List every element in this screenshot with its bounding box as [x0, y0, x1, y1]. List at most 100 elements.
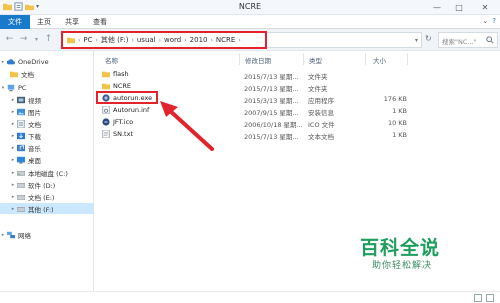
- up-button[interactable]: ↑: [43, 34, 54, 45]
- column-divider[interactable]: [407, 53, 408, 65]
- file-type: ICO 文件: [308, 121, 335, 129]
- drive-icon: [17, 206, 25, 212]
- nav-item-downloads[interactable]: ▸ 下载: [0, 130, 94, 141]
- music-folder-icon: [17, 144, 25, 151]
- file-date: 2006/10/18 星期...: [244, 121, 303, 129]
- arrow-up-icon: ↑: [44, 34, 53, 44]
- column-header-size[interactable]: 大小: [373, 55, 386, 65]
- nav-item-drive-f[interactable]: ▸ 其他 (F:): [0, 203, 94, 214]
- status-bar: [0, 291, 500, 303]
- file-row-sn-txt[interactable]: SN.txt 2015/7/13 星期... 文本文档 1 KB: [99, 129, 407, 141]
- nav-item-documents[interactable]: ▸ 文档: [0, 118, 94, 129]
- nav-item-drive-c[interactable]: ▸ 本地磁盘 (C:): [0, 167, 94, 178]
- nav-label: 视频: [28, 96, 41, 105]
- close-icon: ✕: [481, 3, 489, 12]
- recent-locations-button[interactable]: ▾: [31, 34, 42, 45]
- video-folder-icon: [17, 96, 25, 103]
- nav-label: 本地磁盘 (C:): [28, 169, 68, 178]
- minimize-button[interactable]: —: [426, 0, 448, 15]
- chevron-down-icon: ▾: [34, 36, 38, 43]
- nav-item-onedrive-documents[interactable]: 文档: [0, 68, 94, 79]
- search-input[interactable]: 搜索"NC...": [438, 32, 498, 48]
- nav-item-pictures[interactable]: ▸ 图片: [0, 106, 94, 117]
- tab-share[interactable]: 共享: [58, 15, 86, 29]
- address-highlight-box: [61, 31, 267, 49]
- ico-file-icon: [102, 118, 110, 126]
- column-header-name[interactable]: 名称: [105, 55, 118, 65]
- forward-button[interactable]: →: [18, 34, 29, 45]
- address-dropdown-icon[interactable]: ▾: [415, 37, 418, 44]
- settings-file-icon: [102, 106, 110, 114]
- watermark-logo: 百科全说 助你轻松解决: [360, 233, 470, 275]
- back-button[interactable]: ←: [4, 34, 15, 45]
- folder-icon: [102, 83, 110, 90]
- close-button[interactable]: ✕: [470, 0, 500, 15]
- arrow-left-icon: ←: [5, 34, 14, 44]
- document-folder-icon: [17, 119, 25, 128]
- file-size: 1 KB: [392, 107, 407, 115]
- title-bar: ▾ NCRE — □ ✕: [0, 0, 500, 15]
- file-row-jft-ico[interactable]: JFT.ico 2006/10/18 星期... ICO 文件 10 KB: [99, 117, 407, 129]
- column-header-date[interactable]: 修改日期: [245, 55, 271, 65]
- file-row-flash[interactable]: flash 2015/7/13 星期... 文件夹: [99, 69, 399, 81]
- nav-item-drive-d[interactable]: ▸ 软件 (D:): [0, 179, 94, 190]
- file-date: 2015/7/13 星期...: [244, 133, 299, 141]
- nav-item-pc[interactable]: ▾ PC: [0, 82, 94, 93]
- nav-item-onedrive[interactable]: ▸ OneDrive: [0, 56, 94, 67]
- picture-folder-icon: [17, 108, 25, 115]
- column-divider[interactable]: [303, 53, 304, 65]
- refresh-button[interactable]: ↻: [425, 34, 432, 43]
- help-icon[interactable]: ?: [492, 17, 496, 25]
- network-icon: [7, 231, 15, 238]
- nav-label: OneDrive: [18, 57, 49, 66]
- navigation-pane: ▸ OneDrive 文档 ▾ PC ▸ 视频 ▸ 图片 ▸ 文档 ▸ 下载 ▸…: [0, 51, 94, 291]
- nav-item-videos[interactable]: ▸ 视频: [0, 94, 94, 105]
- nav-label: 文档 (E:): [28, 193, 55, 202]
- file-type: 文本文档: [308, 133, 334, 141]
- nav-label: 网络: [18, 231, 31, 240]
- expand-arrow-icon[interactable]: ▾: [0, 85, 6, 91]
- file-name: JFT.ico: [113, 118, 134, 126]
- nav-item-desktop[interactable]: ▸ 桌面: [0, 154, 94, 165]
- computer-icon: [7, 84, 15, 91]
- nav-label: 文档: [28, 120, 41, 129]
- column-divider[interactable]: [365, 53, 366, 65]
- nav-label: 音乐: [28, 144, 41, 153]
- nav-label: 软件 (D:): [28, 181, 56, 190]
- watermark-subtitle: 助你轻松解决: [372, 261, 433, 271]
- drive-icon: [17, 182, 25, 188]
- maximize-button[interactable]: □: [448, 0, 470, 15]
- drive-icon: [17, 170, 25, 176]
- file-row-autorun-inf[interactable]: Autorun.inf 2007/9/15 星期... 安装信息 1 KB: [99, 105, 407, 117]
- file-type: 文件夹: [308, 73, 328, 81]
- file-type: 文件夹: [308, 85, 328, 93]
- nav-item-drive-e[interactable]: ▸ 文档 (E:): [0, 191, 94, 202]
- file-type: 应用程序: [308, 97, 334, 105]
- large-icons-view-icon[interactable]: [486, 294, 494, 302]
- column-header-type[interactable]: 类型: [309, 55, 322, 65]
- file-name: Autorun.inf: [113, 106, 150, 114]
- expand-ribbon-icon[interactable]: ⌄: [482, 17, 488, 25]
- file-size: 176 KB: [383, 95, 407, 103]
- nav-label: 下载: [28, 132, 41, 141]
- cloud-icon: [7, 58, 15, 64]
- download-folder-icon: [17, 132, 25, 139]
- tab-file[interactable]: 文件: [0, 15, 30, 29]
- details-view-icon[interactable]: [474, 294, 482, 302]
- file-name: SN.txt: [113, 130, 133, 138]
- expand-arrow-icon[interactable]: ▸: [0, 232, 6, 238]
- file-size: 10 KB: [387, 119, 407, 127]
- refresh-icon: ↻: [425, 34, 432, 43]
- nav-item-network[interactable]: ▸ 网络: [0, 229, 94, 240]
- file-date: 2015/7/13 星期...: [244, 85, 299, 93]
- file-date: 2007/9/15 星期...: [244, 109, 299, 117]
- tab-view[interactable]: 查看: [86, 15, 114, 29]
- navigation-bar: ← → ▾ ↑ › PC › 其他 (F:) › usual › word › …: [0, 29, 500, 51]
- nav-item-music[interactable]: ▸ 音乐: [0, 142, 94, 153]
- column-divider[interactable]: [239, 53, 240, 65]
- expand-arrow-icon[interactable]: ▸: [0, 59, 6, 65]
- file-date: 2015/7/13 星期...: [244, 73, 299, 81]
- file-size: 1 KB: [392, 131, 407, 139]
- window-title: NCRE: [238, 2, 262, 11]
- tab-home[interactable]: 主页: [30, 15, 58, 29]
